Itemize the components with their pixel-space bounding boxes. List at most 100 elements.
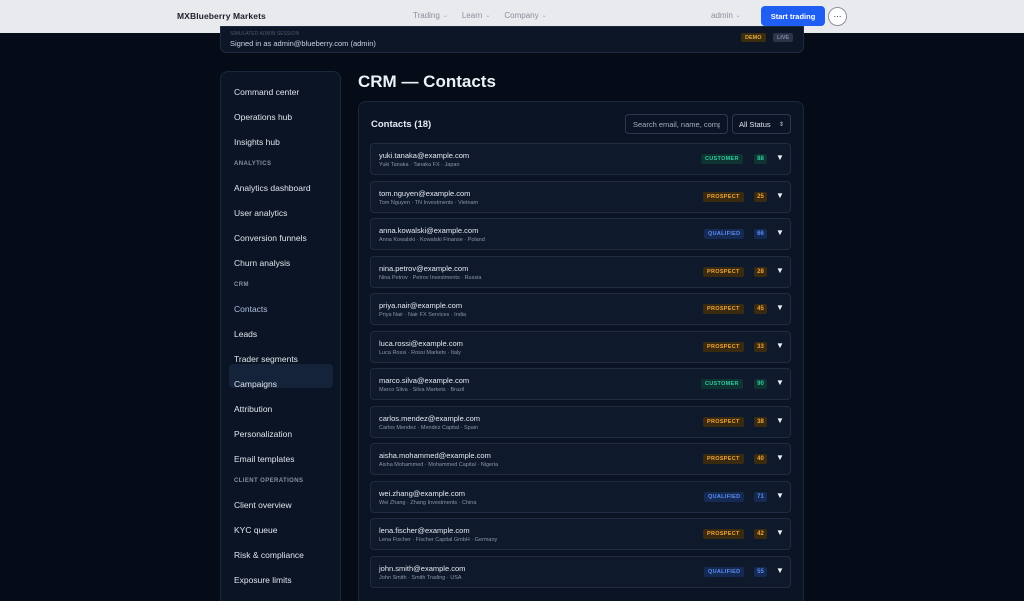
expand-caret-icon[interactable]: ▼ [776, 228, 784, 237]
status-badge: PROSPECT [703, 266, 744, 277]
contact-details: Nina Petrov · Petrov Investments · Russi… [379, 274, 482, 281]
sidebar-item-churn-analysis[interactable]: Churn analysis [234, 258, 290, 268]
contact-row[interactable]: tom.nguyen@example.com Tom Nguyen · TN In… [370, 180, 791, 213]
sidebar-item-trader-segments[interactable]: Trader segments [234, 354, 298, 364]
sidebar-item-exposure-limits[interactable]: Exposure limits [234, 575, 292, 585]
expand-caret-icon[interactable]: ▼ [776, 153, 784, 162]
contact-row[interactable]: lena.fischer@example.com Lena Fischer · F… [370, 518, 791, 550]
contact-row[interactable]: anna.kowalski@example.com Anna Kowalski ·… [370, 218, 791, 250]
search-input[interactable] [625, 114, 728, 134]
contact-row[interactable]: yuki.tanaka@example.com Yuki Tanaka · Tan… [370, 143, 791, 175]
signed-in-text: Signed in as admin@blueberry.com (admin) [230, 39, 376, 48]
score-badge: 33 [754, 341, 767, 352]
contact-details: Wei Zhang · Zhang Investments · China [379, 499, 477, 506]
session-banner: Simulated admin session Signed in as adm… [220, 26, 804, 53]
contact-details: Marco Silva · Silva Markets · Brazil [379, 387, 465, 393]
chevron-down-icon: ⌄ [485, 13, 491, 19]
nav-link-label: Trading [413, 11, 440, 20]
expand-caret-icon[interactable]: ▼ [776, 341, 784, 350]
status-badge: PROSPECT [703, 341, 744, 352]
contact-row[interactable]: wei.zhang@example.com Wei Zhang · Zhang I… [370, 480, 791, 513]
banner-caption: Simulated admin session [230, 31, 300, 37]
expand-caret-icon[interactable]: ▼ [776, 566, 784, 575]
sidebar-item-contacts[interactable]: Contacts [234, 304, 268, 314]
expand-caret-icon[interactable]: ▼ [776, 303, 784, 312]
sidebar-item-campaigns[interactable]: Campaigns [234, 379, 277, 389]
sidebar: Command center Operations hub Insights hub… [220, 71, 341, 601]
chevron-down-icon: ⌄ [541, 13, 547, 19]
status-badge: PROSPECT [703, 529, 744, 539]
chevron-down-icon: ⌄ [735, 13, 741, 19]
contact-details: Tom Nguyen · TN Investments · Vietnam [379, 199, 479, 206]
expand-caret-icon[interactable]: ▼ [776, 416, 784, 425]
score-badge: 38 [754, 416, 767, 427]
nav-link-learn[interactable]: Learn ⌄ [462, 11, 491, 20]
contact-details: Carlos Mendez · Mendez Capital · Spain [379, 424, 479, 431]
status-badge: PROSPECT [703, 416, 744, 427]
contact-email: john.smith@example.com [379, 563, 466, 573]
contact-row[interactable]: nina.petrov@example.com Nina Petrov · Pet… [370, 255, 791, 288]
status-filter-select[interactable]: All Status ⇕ [732, 114, 791, 134]
score-badge: 42 [754, 529, 767, 539]
sidebar-item-attribution[interactable]: Attribution [234, 404, 272, 414]
user-menu[interactable]: admin ⌄ [711, 11, 741, 20]
expand-caret-icon[interactable]: ▼ [776, 528, 784, 537]
contact-email: yuki.tanaka@example.com [379, 151, 470, 160]
contact-row[interactable]: carlos.mendez@example.com Carlos Mendez ·… [370, 405, 791, 438]
nav-link-trading[interactable]: Trading ⌄ [413, 11, 448, 20]
score-badge: 90 [754, 379, 767, 389]
expand-caret-icon[interactable]: ▼ [776, 453, 784, 462]
score-badge: 45 [754, 304, 767, 314]
sidebar-item-user-analytics[interactable]: User analytics [234, 208, 287, 218]
chevron-updown-icon: ⇕ [778, 121, 784, 128]
nav-link-label: Company [504, 11, 539, 20]
contact-details: Priya Nair · Nair FX Services · India [379, 312, 467, 318]
expand-caret-icon[interactable]: ▼ [776, 191, 784, 200]
contact-details: Luca Rossi · Rossi Markets · Italy [379, 349, 461, 356]
score-badge: 40 [754, 454, 767, 464]
sidebar-section-label: ANALYTICS [234, 161, 272, 167]
page-title: CRM — Contacts [358, 72, 496, 91]
sidebar-item-analytics-dashboard[interactable]: Analytics dashboard [234, 183, 311, 193]
sidebar-item-email-templates[interactable]: Email templates [234, 454, 294, 464]
contacts-count-title: Contacts (18) [371, 119, 432, 130]
sidebar-item-operations-hub[interactable]: Operations hub [234, 112, 292, 122]
contact-email: wei.zhang@example.com [379, 488, 465, 498]
expand-caret-icon[interactable]: ▼ [776, 378, 784, 387]
expand-caret-icon[interactable]: ▼ [776, 266, 784, 275]
contact-row[interactable]: luca.rossi@example.com Luca Rossi · Rossi… [370, 330, 791, 363]
start-trading-button[interactable]: Start trading [761, 6, 825, 26]
contact-details: Yuki Tanaka · Tanaka FX · Japan [379, 162, 460, 168]
sidebar-item-risk-compliance[interactable]: Risk & compliance [234, 550, 304, 560]
contact-email: aisha.mohammed@example.com [379, 451, 491, 460]
nav-link-company[interactable]: Company ⌄ [504, 11, 546, 20]
status-badge: PROSPECT [703, 304, 744, 314]
sidebar-item-leads[interactable]: Leads [234, 329, 257, 339]
status-badge: QUALIFIED [704, 566, 745, 577]
contact-email: anna.kowalski@example.com [379, 226, 479, 235]
contact-row[interactable]: aisha.mohammed@example.com Aisha Mohammed… [370, 443, 791, 475]
more-options-icon[interactable]: ⋯ [828, 7, 847, 26]
sidebar-item-personalization[interactable]: Personalization [234, 429, 292, 439]
expand-caret-icon[interactable]: ▼ [776, 491, 784, 500]
contact-row[interactable]: priya.nair@example.com Priya Nair · Nair … [370, 293, 791, 325]
sidebar-item-insights-hub[interactable]: Insights hub [234, 137, 280, 147]
sidebar-item-kyc-queue[interactable]: KYC queue [234, 525, 277, 535]
status-filter-value: All Status [739, 119, 771, 129]
live-badge[interactable]: LIVE [773, 33, 794, 42]
nav-links: Trading ⌄ Learn ⌄ Company ⌄ [413, 11, 547, 20]
contact-details: Lena Fischer · Fischer Capital GmbH · Ge… [379, 537, 498, 543]
score-badge: 55 [754, 566, 767, 577]
contact-email: priya.nair@example.com [379, 301, 463, 310]
contact-details: Aisha Mohammed · Mohammed Capital · Nige… [379, 462, 499, 468]
contact-row[interactable]: john.smith@example.com John Smith · Smith… [370, 555, 791, 588]
sidebar-item-client-overview[interactable]: Client overview [234, 500, 292, 510]
demo-badge[interactable]: DEMO [741, 33, 766, 42]
user-name: admin [711, 11, 733, 20]
brand-logo[interactable]: MXBlueberry Markets [177, 11, 266, 21]
contact-row[interactable]: marco.silva@example.com Marco Silva · Sil… [370, 368, 791, 400]
sidebar-item-conversion-funnels[interactable]: Conversion funnels [234, 233, 307, 243]
contact-email: lena.fischer@example.com [379, 526, 470, 535]
sidebar-section-label: CLIENT OPERATIONS [234, 478, 304, 484]
sidebar-item-command-center[interactable]: Command center [234, 87, 299, 97]
